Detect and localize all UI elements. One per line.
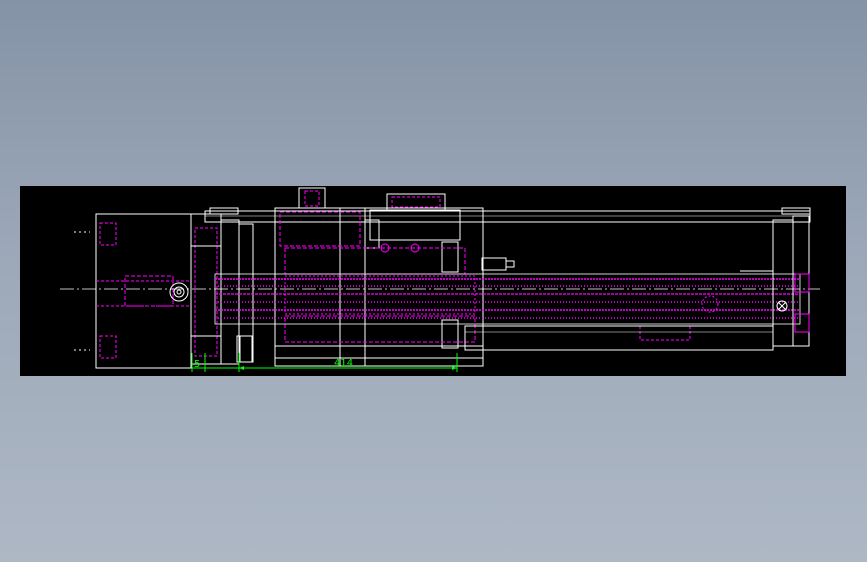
dimension-left-label: 5 xyxy=(194,359,200,370)
dimension-lines xyxy=(191,353,458,372)
top-rail xyxy=(204,207,811,223)
carriage-block xyxy=(236,187,515,367)
cad-drawing: 5 414 xyxy=(60,187,820,372)
dimension-total-label: 414 xyxy=(334,358,353,369)
bottom-rail xyxy=(464,325,774,351)
cad-viewport[interactable]: 5 414 xyxy=(20,186,846,376)
motor-body xyxy=(74,213,192,369)
ball-screw xyxy=(60,273,820,341)
